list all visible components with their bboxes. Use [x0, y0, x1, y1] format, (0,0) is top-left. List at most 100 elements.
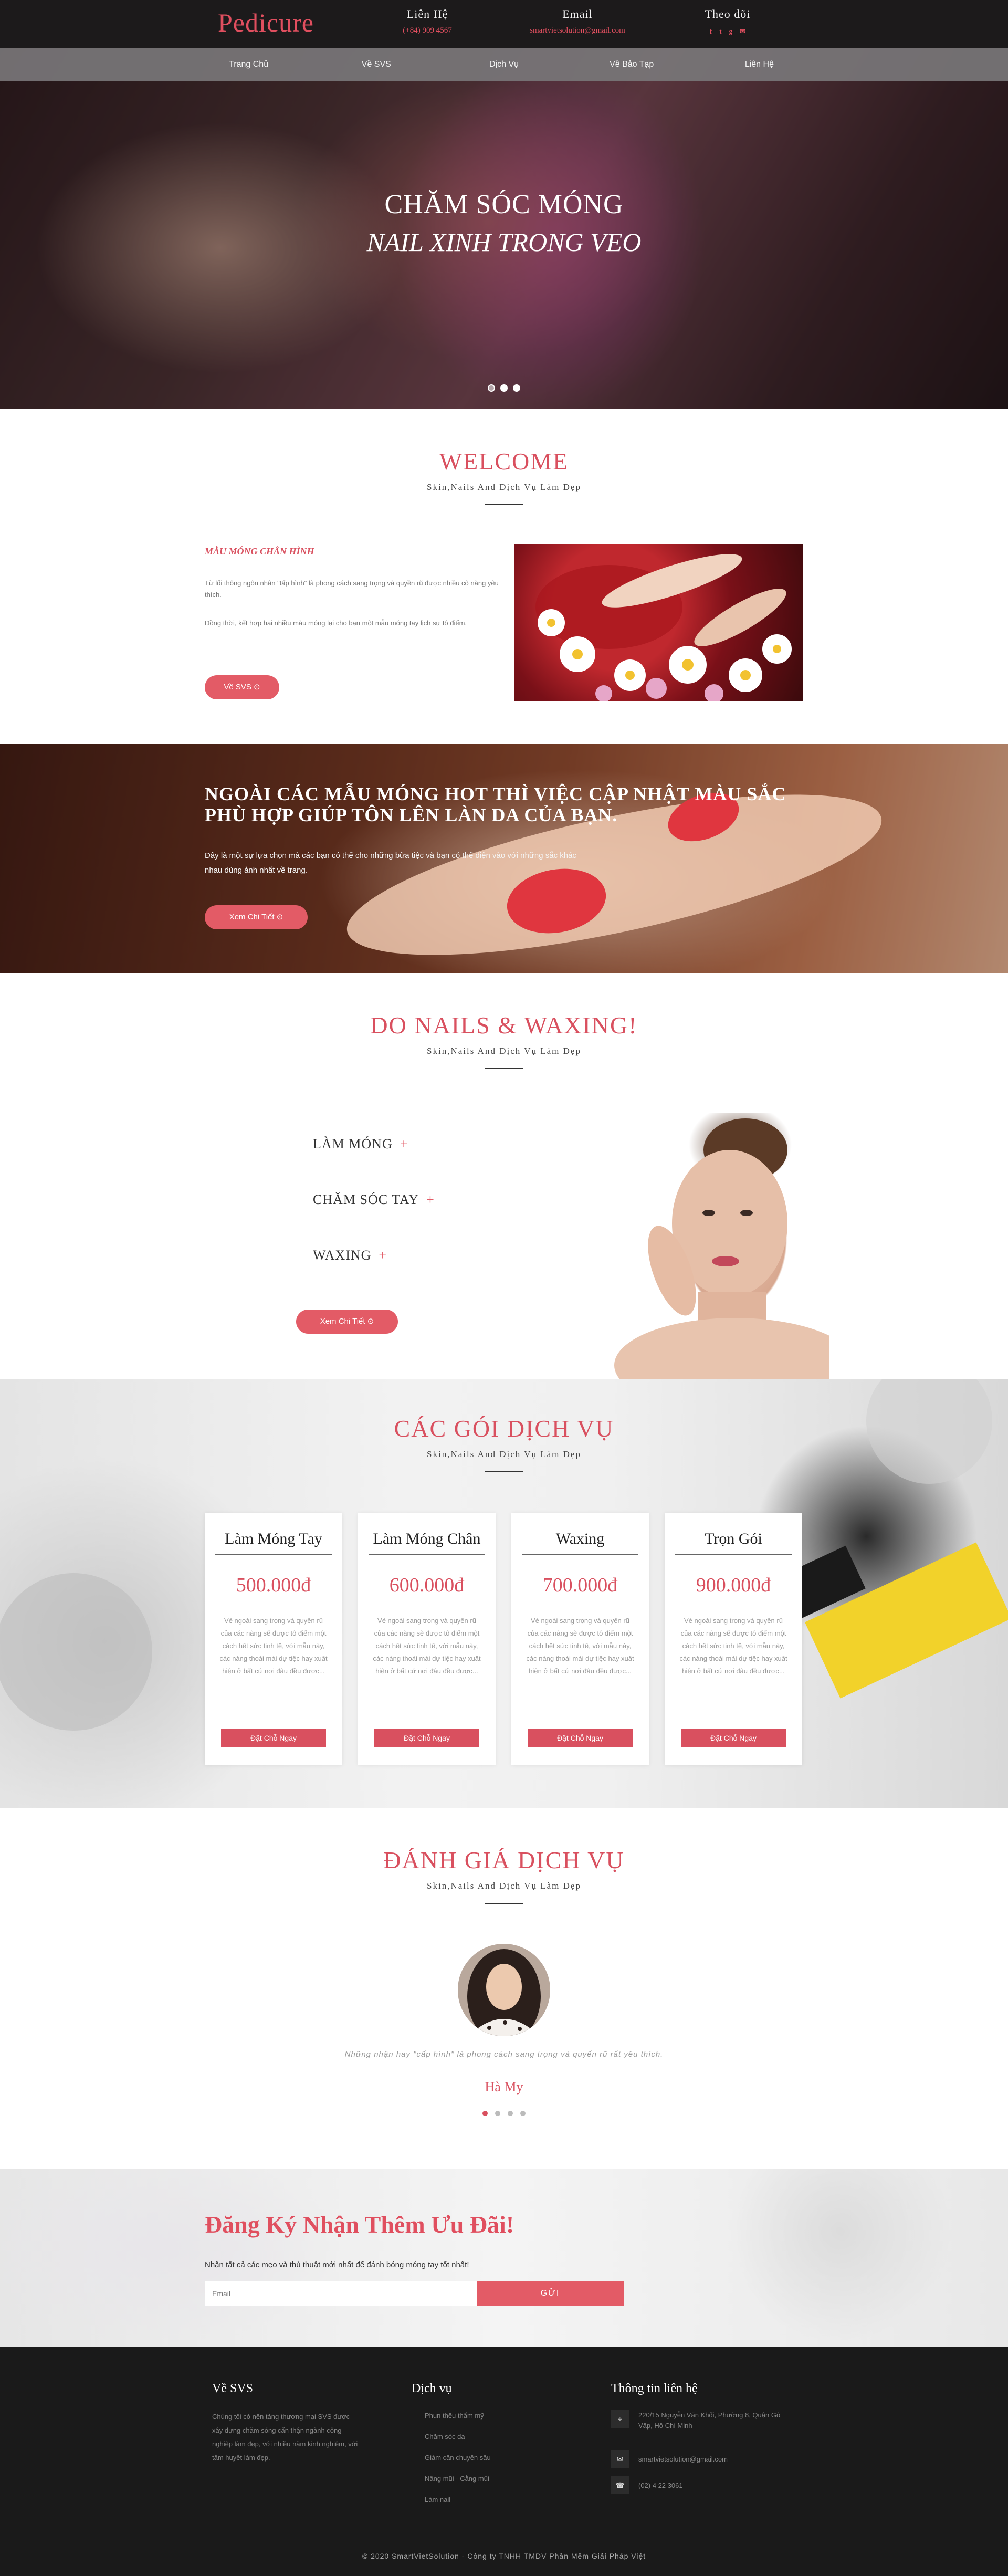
- plus-icon: +: [379, 1248, 387, 1263]
- reviews-title: ĐÁNH GIÁ DỊCH VỤ: [383, 1847, 625, 1873]
- pedicure-illustration: [536, 554, 792, 701]
- nails-divider: [485, 1068, 523, 1069]
- newsletter-title: Đăng Ký Nhận Thêm Ưu Đãi!: [205, 2211, 514, 2238]
- package-description: Vẻ ngoài sang trọng và quyến rũ của các …: [526, 1617, 634, 1675]
- package-name: Làm Móng Chân: [369, 1530, 485, 1555]
- model-illustration: [614, 1118, 830, 1379]
- welcome-heading: MẪU MÓNG CHÂN HÌNH: [205, 546, 314, 557]
- nav-item-about[interactable]: Về SVS: [312, 48, 440, 81]
- footer-email[interactable]: smartvietsolution@gmail.com: [638, 2454, 796, 2465]
- book-now-button[interactable]: Đặt Chỗ Ngay: [681, 1729, 786, 1747]
- footer-service-link[interactable]: Nâng mũi - Cằng mũi: [412, 2472, 491, 2493]
- footer-address: 220/15 Nguyễn Văn Khối, Phường 8, Quận G…: [638, 2411, 781, 2430]
- package-card: Làm Móng Tay 500.000đ Vẻ ngoài sang trọn…: [205, 1513, 342, 1765]
- footer-service-link[interactable]: Làm nail: [412, 2493, 491, 2514]
- header-follow-title: Theo dõi: [705, 7, 751, 20]
- book-now-button[interactable]: Đặt Chỗ Ngay: [374, 1729, 479, 1747]
- facebook-icon[interactable]: f: [710, 27, 712, 36]
- review-dot-3[interactable]: [508, 2111, 513, 2116]
- welcome-subtitle: Skin,Nails And Dịch Vụ Làm Đẹp: [427, 482, 581, 492]
- welcome-paragraph-1: Từ lối thông ngôn nhân "tấp hình" là pho…: [205, 579, 499, 599]
- nav-item-services[interactable]: Dịch Vụ: [440, 48, 568, 81]
- hero-dot-3[interactable]: [513, 384, 520, 392]
- nails-title: DO NAILS & WAXING!: [370, 1012, 638, 1039]
- accordion-label: LÀM MÓNG: [313, 1136, 393, 1151]
- nav-item-contact[interactable]: Liên Hệ: [696, 48, 823, 81]
- banner-details-button[interactable]: Xem Chi Tiết ⊙: [205, 905, 308, 929]
- footer-services-title: Dịch vụ: [412, 2382, 452, 2395]
- package-name: Waxing: [522, 1530, 638, 1555]
- plus-icon: +: [400, 1136, 408, 1151]
- package-card: Làm Móng Chân 600.000đ Vẻ ngoài sang trọ…: [358, 1513, 496, 1765]
- reviewer-avatar: [458, 1944, 550, 2036]
- accordion-item-hand-care[interactable]: CHĂM SÓC TAY +: [313, 1192, 435, 1208]
- site-footer: Về SVS Chúng tôi có nền tảng thương mại …: [0, 2347, 1008, 2576]
- hero-subtitle: NAIL XINH TRONG VEO: [366, 227, 642, 257]
- package-card: Trọn Gói 900.000đ Vẻ ngoài sang trọng và…: [665, 1513, 802, 1765]
- hero-dots: [0, 384, 1008, 392]
- package-price: 700.000đ: [542, 1574, 618, 1596]
- reviews-subtitle: Skin,Nails And Dịch Vụ Làm Đẹp: [427, 1881, 581, 1891]
- welcome-paragraph-2: Đồng thời, kết hợp hai nhiều màu móng lạ…: [205, 619, 467, 627]
- footer-copyright: © 2020 SmartVietSolution - Công ty TNHH …: [362, 2552, 646, 2560]
- footer-contact-title: Thông tin liên hệ: [611, 2382, 698, 2395]
- review-quote: Những nhận hay "cấp hình" là phong cách …: [344, 2050, 664, 2059]
- footer-phone[interactable]: (02) 4 22 3061: [638, 2480, 796, 2491]
- model-portrait: [609, 1113, 830, 1379]
- reviewer-name: Hà My: [485, 2079, 523, 2095]
- about-svs-button[interactable]: Về SVS ⊙: [205, 675, 279, 699]
- package-name: Làm Móng Tay: [215, 1530, 332, 1555]
- footer-service-link[interactable]: Phun thêu thẩm mỹ: [412, 2409, 491, 2430]
- location-icon: ⌖: [611, 2410, 629, 2428]
- review-dots: [0, 2111, 1008, 2116]
- hero-dot-1[interactable]: [488, 384, 495, 392]
- packages-background-illustration: [0, 1379, 1008, 1731]
- book-now-button[interactable]: Đặt Chỗ Ngay: [528, 1729, 633, 1747]
- footer-service-link[interactable]: Chăm sóc da: [412, 2430, 491, 2451]
- package-description: Vẻ ngoài sang trọng và quyến rũ của các …: [219, 1617, 328, 1675]
- package-price: 600.000đ: [389, 1574, 465, 1596]
- newsletter-email-input[interactable]: [205, 2281, 477, 2306]
- banner-title: NGOÀI CÁC MẪU MÓNG HOT THÌ VIỆC CẬP NHẬT…: [205, 783, 786, 825]
- accordion-label: CHĂM SÓC TAY: [313, 1192, 419, 1207]
- hero-title: CHĂM SÓC MÓNG: [384, 190, 624, 219]
- review-dot-1[interactable]: [482, 2111, 488, 2116]
- accordion-label: WAXING: [313, 1248, 372, 1263]
- nails-details-button[interactable]: Xem Chi Tiết ⊙: [296, 1310, 398, 1334]
- newsletter-text: Nhận tất cả các mẹo và thủ thuật mới nhấ…: [205, 2260, 469, 2269]
- book-now-button[interactable]: Đặt Chỗ Ngay: [221, 1729, 326, 1747]
- social-links: f t g ✉: [638, 27, 817, 36]
- hero-dot-2[interactable]: [500, 384, 508, 392]
- google-icon[interactable]: g: [729, 27, 733, 36]
- package-name: Trọn Gói: [675, 1530, 792, 1555]
- footer-about-title: Về SVS: [212, 2382, 254, 2395]
- main-nav: Trang Chủ Về SVS Dịch Vụ Về Bảo Tạp Liên…: [0, 48, 1008, 81]
- welcome-divider: [485, 504, 523, 505]
- review-dot-2[interactable]: [495, 2111, 500, 2116]
- nav-item-blog[interactable]: Về Bảo Tạp: [568, 48, 696, 81]
- newsletter-submit-button[interactable]: GỬI: [477, 2281, 624, 2306]
- site-logo[interactable]: Pedicure: [218, 7, 314, 38]
- footer-service-link[interactable]: Giảm cân chuyên sâu: [412, 2451, 491, 2472]
- mail-icon: ✉: [611, 2450, 629, 2468]
- mail-icon[interactable]: ✉: [740, 27, 746, 36]
- review-dot-4[interactable]: [520, 2111, 526, 2116]
- package-price: 900.000đ: [696, 1574, 771, 1596]
- hero-slider: CHĂM SÓC MÓNG NAIL XINH TRONG VEO: [0, 48, 1008, 409]
- welcome-title: WELCOME: [439, 448, 569, 475]
- banner-text: Đây là một sự lựa chọn mà các bạn có thể…: [205, 851, 576, 875]
- header-follow: Theo dõi f t g ✉: [638, 7, 817, 36]
- nav-item-home[interactable]: Trang Chủ: [185, 48, 312, 81]
- footer-about-text: Chúng tôi có nền tảng thương mại SVS đượ…: [212, 2413, 358, 2462]
- accordion-item-nails[interactable]: LÀM MÓNG +: [313, 1136, 408, 1152]
- package-price: 500.000đ: [236, 1574, 311, 1596]
- accordion-item-waxing[interactable]: WAXING +: [313, 1248, 387, 1263]
- package-description: Vẻ ngoài sang trọng và quyến rũ của các …: [679, 1617, 788, 1675]
- twitter-icon[interactable]: t: [719, 27, 721, 36]
- phone-icon: ☎: [611, 2476, 629, 2494]
- package-description: Vẻ ngoài sang trọng và quyến rũ của các …: [373, 1617, 481, 1675]
- nail-color-banner: NGOÀI CÁC MẪU MÓNG HOT THÌ VIỆC CẬP NHẬT…: [0, 744, 1008, 973]
- pedicure-image: [514, 544, 803, 701]
- package-card: Waxing 700.000đ Vẻ ngoài sang trọng và q…: [511, 1513, 649, 1765]
- footer-services-list: Phun thêu thẩm mỹ Chăm sóc da Giảm cân c…: [412, 2409, 491, 2514]
